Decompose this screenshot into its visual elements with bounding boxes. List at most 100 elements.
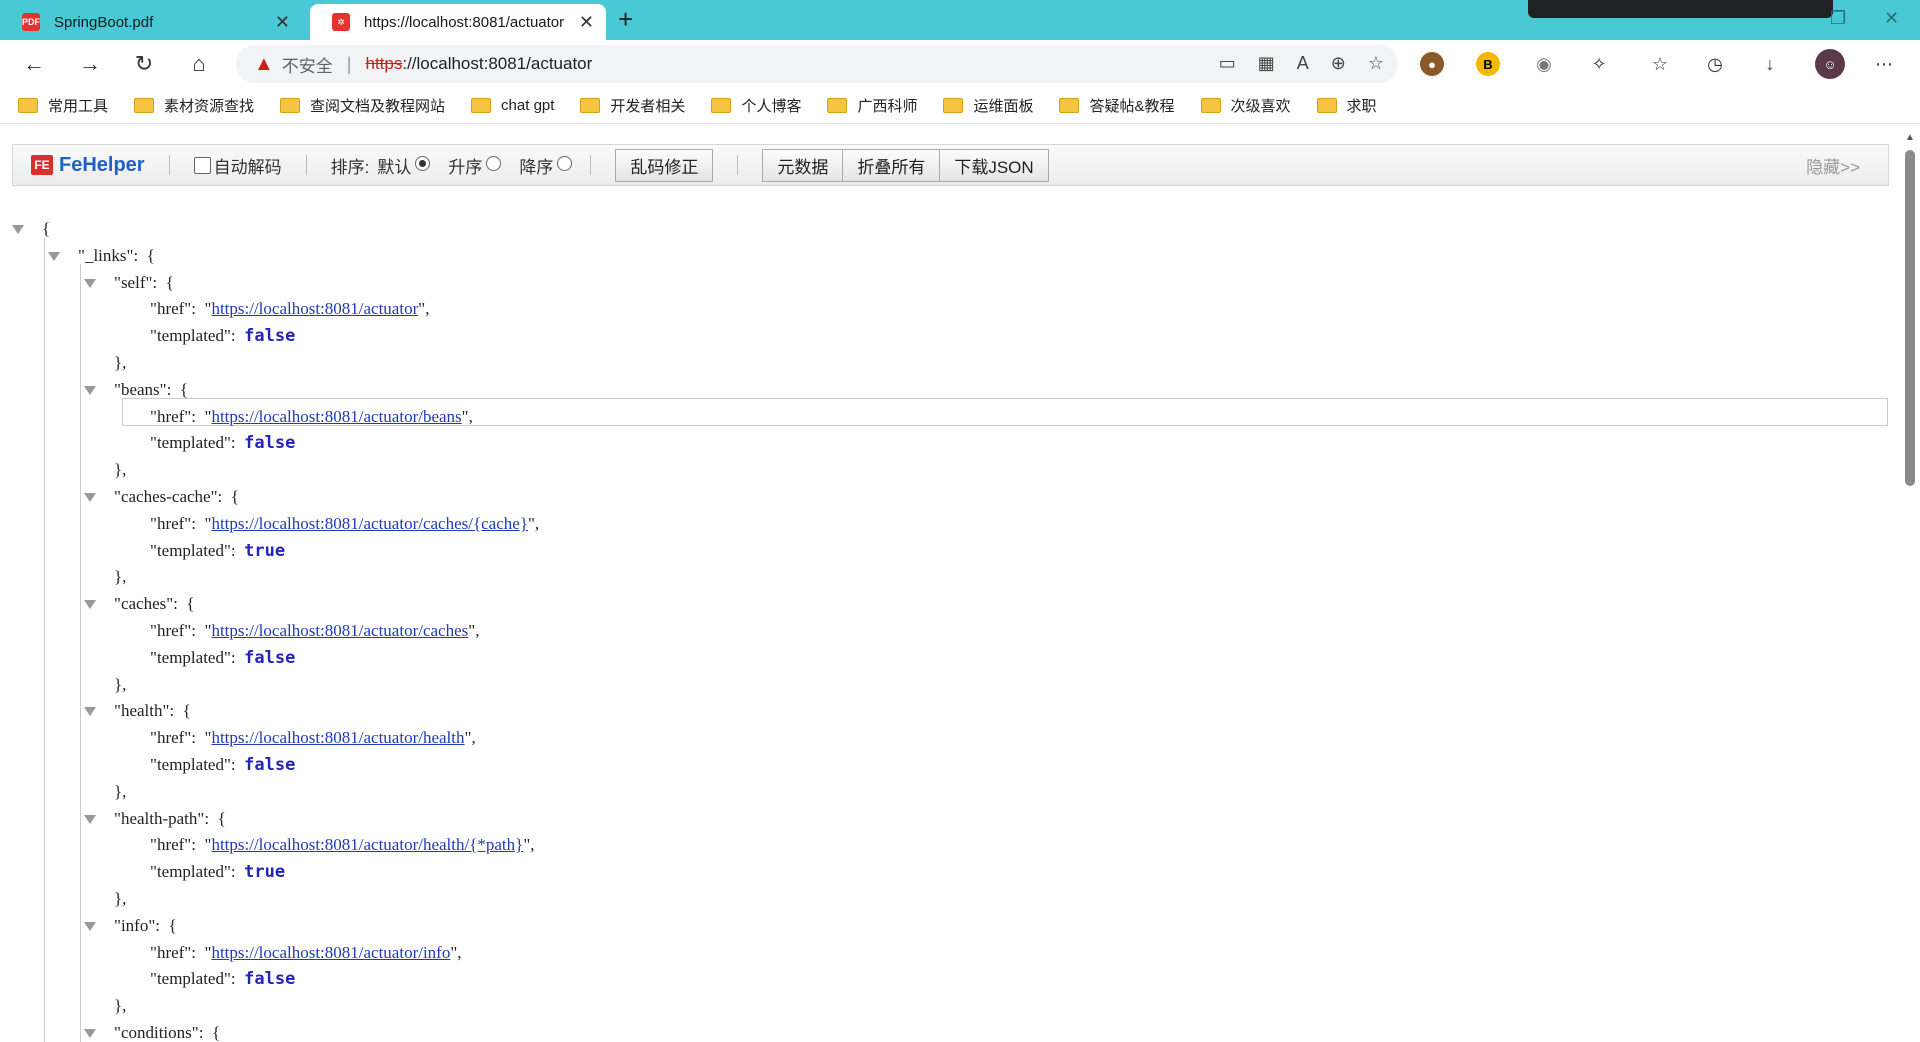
bookmark-folder[interactable]: 次级喜欢 [1200,95,1291,116]
sort-asc-label[interactable]: 升序 [448,153,482,178]
bookmark-folder[interactable]: 素材资源查找 [134,95,254,116]
json-key: "href": [150,728,196,748]
collapse-toggle-icon[interactable] [84,278,96,288]
collapse-toggle-icon[interactable] [48,251,60,261]
warning-icon[interactable]: ▲ [254,53,274,76]
json-link[interactable]: https://localhost:8081/actuator/health/{… [211,835,523,854]
collapse-toggle-icon[interactable] [84,1029,96,1038]
grid-icon[interactable]: ▦ [1258,53,1275,74]
brace: }, [114,781,127,801]
b-extension-icon[interactable]: B [1476,52,1500,76]
json-key: "href": [150,835,196,855]
json-close-line: }, [114,779,126,805]
collapse-toggle-icon[interactable] [84,707,96,717]
app-available-icon[interactable]: ▭ [1219,53,1236,74]
json-link[interactable]: https://localhost:8081/actuator/info [211,943,450,962]
json-link[interactable]: https://localhost:8081/actuator/health [211,728,464,747]
extension-icon[interactable]: ◉ [1532,52,1556,76]
json-key: "beans": [114,379,172,399]
favorites-icon[interactable]: ☆ [1648,52,1672,76]
collapse-toggle-icon[interactable] [84,385,96,395]
sort-desc-radio[interactable] [557,155,573,171]
new-tab-button[interactable]: + [618,4,633,35]
quote: ", [450,942,462,962]
security-label[interactable]: 不安全 [282,52,333,77]
collapse-all-button[interactable]: 折叠所有 [843,148,941,182]
metadata-button[interactable]: 元数据 [762,148,844,182]
json-link[interactable]: https://localhost:8081/actuator/caches/{… [211,514,528,533]
json-key: "health": [114,701,175,721]
back-button[interactable]: ← [18,48,50,80]
bookmark-folder[interactable]: 求职 [1316,95,1377,116]
tab-springboot-pdf[interactable]: PDF SpringBoot.pdf ✕ [0,4,302,40]
read-aloud-icon[interactable]: A [1297,53,1309,74]
cookie-extension-icon[interactable]: ● [1420,52,1444,76]
tab-title: SpringBoot.pdf [54,13,154,31]
close-icon[interactable]: ✕ [275,12,290,33]
restore-icon[interactable]: ❐ [1830,8,1846,29]
more-icon[interactable]: ⋯ [1872,52,1896,76]
collapse-toggle-icon[interactable] [84,814,96,824]
fix-garbled-button[interactable]: 乱码修正 [615,148,714,182]
auto-decode-checkbox[interactable] [193,156,211,174]
sort-default-radio[interactable] [415,155,431,171]
history-icon[interactable]: ◷ [1703,52,1727,76]
sort-asc-radio[interactable] [486,155,502,171]
add-favorite-icon[interactable]: ☆ [1368,53,1384,74]
json-object-line: "self": { [114,270,174,296]
fehelper-logo[interactable]: FE FeHelper [31,154,145,177]
bookmark-folder[interactable]: 答疑帖&教程 [1059,95,1175,116]
sort-default-label[interactable]: 默认 [377,153,411,178]
zoom-icon[interactable]: ⊕ [1331,53,1346,74]
folder-icon [943,98,964,113]
download-icon[interactable]: ↓ [1758,52,1782,76]
scrollbar-thumb[interactable] [1905,150,1915,486]
bookmark-label: 广西科师 [857,98,918,115]
json-key: "templated": [150,647,236,667]
json-link[interactable]: https://localhost:8081/actuator [211,299,418,318]
forward-button[interactable]: → [74,48,106,80]
close-window-icon[interactable]: ✕ [1884,8,1899,29]
bookmark-folder[interactable]: 运维面板 [943,95,1033,116]
hide-toolbar-link[interactable]: 隐藏>> [1806,153,1860,178]
puzzle-icon[interactable]: ✧ [1587,52,1611,76]
avatar[interactable]: ☺ [1815,49,1845,79]
bookmark-folder[interactable]: 个人博客 [711,95,801,116]
navigation-bar: ← → ↻ ⌂ ▲ 不安全 | https://localhost:8081/a… [0,40,1920,88]
bookmark-folder[interactable]: 查阅文档及教程网站 [280,95,445,116]
brace: }, [114,567,127,587]
bookmark-folder[interactable]: 开发者相关 [580,95,685,116]
url-text[interactable]: https://localhost:8081/actuator [365,54,592,74]
close-icon[interactable]: ✕ [579,12,594,33]
home-button[interactable]: ⌂ [183,48,215,80]
json-boolean: false [244,433,296,454]
tab-actuator[interactable]: ✲ https://localhost:8081/actuator ✕ [310,4,606,40]
auto-decode-label[interactable]: 自动解码 [214,153,282,178]
collapse-toggle-icon[interactable] [84,921,96,931]
collapse-toggle-icon[interactable] [12,225,24,234]
collapse-toggle-icon[interactable] [84,600,96,610]
bookmark-folder[interactable]: chat gpt [471,97,554,114]
brace: }, [114,889,127,908]
bookmark-label: 求职 [1346,98,1377,115]
refresh-button[interactable]: ↻ [128,48,160,80]
page-scrollbar[interactable]: ▲ [1900,128,1920,1042]
sort-desc-label[interactable]: 降序 [519,153,553,178]
json-key: "self": [114,272,158,292]
folder-icon [134,98,155,113]
brace: { [177,594,195,614]
scroll-up-icon[interactable]: ▲ [1905,132,1915,143]
json-link[interactable]: https://localhost:8081/actuator/beans [211,407,461,426]
bookmark-folder[interactable]: 广西科师 [827,95,917,116]
json-key: "href": [150,406,196,426]
bookmark-folder[interactable]: 常用工具 [18,95,108,116]
address-bar[interactable]: ▲ 不安全 | https://localhost:8081/actuator … [236,45,1398,83]
json-href-line: "href": "https://localhost:8081/actuator… [150,618,479,644]
brace: { [171,379,188,399]
json-link[interactable]: https://localhost:8081/actuator/caches [211,621,468,640]
collapse-toggle-icon[interactable] [84,493,96,502]
download-json-button[interactable]: 下载JSON [940,148,1049,182]
brace: }, [114,353,127,372]
